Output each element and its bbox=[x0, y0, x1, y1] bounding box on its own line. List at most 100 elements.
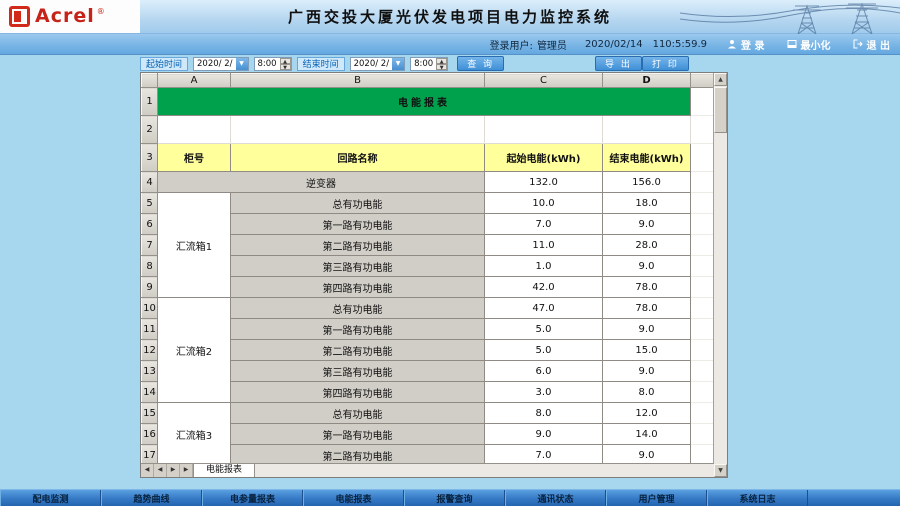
start-energy-cell[interactable]: 42.0 bbox=[485, 277, 603, 298]
scroll-down-icon[interactable]: ▼ bbox=[714, 464, 727, 477]
scrollbar-thumb[interactable] bbox=[714, 87, 727, 133]
end-energy-cell[interactable]: 78.0 bbox=[603, 298, 691, 319]
nav-user-management[interactable]: 用户管理 bbox=[606, 490, 707, 506]
end-date-picker[interactable]: 2020/ 2/ ▼ bbox=[350, 57, 405, 71]
end-energy-cell[interactable]: 28.0 bbox=[603, 235, 691, 256]
print-button[interactable]: 打 印 bbox=[642, 56, 689, 71]
end-energy-cell[interactable]: 9.0 bbox=[603, 361, 691, 382]
minimize-button[interactable]: 最小化 bbox=[787, 37, 831, 52]
column-header-d[interactable]: D bbox=[603, 74, 691, 88]
start-energy-cell[interactable]: 5.0 bbox=[485, 319, 603, 340]
row-header[interactable]: 15 bbox=[142, 403, 158, 424]
row-header[interactable]: 5 bbox=[142, 193, 158, 214]
column-header-b[interactable]: B bbox=[231, 74, 485, 88]
circuit-name-cell[interactable]: 第一路有功电能 bbox=[231, 319, 485, 340]
nav-alarm-query[interactable]: 报警查询 bbox=[404, 490, 505, 506]
empty-cell[interactable] bbox=[158, 116, 231, 144]
row-header[interactable]: 8 bbox=[142, 256, 158, 277]
circuit-name-cell[interactable]: 逆变器 bbox=[158, 172, 485, 193]
circuit-name-cell[interactable]: 第三路有功电能 bbox=[231, 361, 485, 382]
circuit-name-cell[interactable]: 第三路有功电能 bbox=[231, 256, 485, 277]
column-header-a[interactable]: A bbox=[158, 74, 231, 88]
start-energy-cell[interactable]: 11.0 bbox=[485, 235, 603, 256]
start-energy-cell[interactable]: 9.0 bbox=[485, 424, 603, 445]
row-header[interactable]: 11 bbox=[142, 319, 158, 340]
spinner-arrows-icon[interactable]: ▲▼ bbox=[280, 58, 291, 70]
nav-system-log[interactable]: 系统日志 bbox=[707, 490, 808, 506]
nav-communication-status[interactable]: 通讯状态 bbox=[505, 490, 606, 506]
chevron-down-icon[interactable]: ▼ bbox=[236, 58, 248, 70]
circuit-name-cell[interactable]: 第一路有功电能 bbox=[231, 214, 485, 235]
scrollbar-track[interactable] bbox=[714, 133, 727, 464]
row-header[interactable]: 10 bbox=[142, 298, 158, 319]
end-time-spinner[interactable]: 8:00 ▲▼ bbox=[410, 57, 448, 71]
end-energy-cell[interactable]: 14.0 bbox=[603, 424, 691, 445]
row-header[interactable]: 12 bbox=[142, 340, 158, 361]
end-energy-cell[interactable]: 9.0 bbox=[603, 256, 691, 277]
vertical-scrollbar[interactable]: ▲ ▼ bbox=[713, 73, 727, 477]
end-energy-cell[interactable]: 156.0 bbox=[603, 172, 691, 193]
row-header[interactable]: 1 bbox=[142, 88, 158, 116]
nav-distribution-monitoring[interactable]: 配电监测 bbox=[0, 490, 101, 506]
sheet-tab-energy-report[interactable]: 电能报表 bbox=[193, 464, 255, 477]
circuit-name-cell[interactable]: 第四路有功电能 bbox=[231, 382, 485, 403]
circuit-name-cell[interactable]: 总有功电能 bbox=[231, 193, 485, 214]
query-button[interactable]: 查 询 bbox=[457, 56, 504, 71]
empty-cell[interactable] bbox=[231, 116, 485, 144]
first-sheet-icon[interactable]: ◀ bbox=[141, 464, 154, 477]
column-header-c[interactable]: C bbox=[485, 74, 603, 88]
cabinet-name-cell[interactable]: 汇流箱3 bbox=[158, 403, 231, 466]
empty-cell[interactable] bbox=[485, 116, 603, 144]
horizontal-scrollbar[interactable] bbox=[255, 464, 714, 477]
table-header-cell[interactable]: 结束电能(kWh) bbox=[603, 144, 691, 172]
next-sheet-icon[interactable]: ▶ bbox=[167, 464, 180, 477]
cabinet-name-cell[interactable]: 汇流箱1 bbox=[158, 193, 231, 298]
end-energy-cell[interactable]: 9.0 bbox=[603, 214, 691, 235]
start-energy-cell[interactable]: 1.0 bbox=[485, 256, 603, 277]
table-header-cell[interactable]: 起始电能(kWh) bbox=[485, 144, 603, 172]
nav-parameter-report[interactable]: 电参量报表 bbox=[202, 490, 303, 506]
cabinet-name-cell[interactable]: 汇流箱2 bbox=[158, 298, 231, 403]
scroll-up-icon[interactable]: ▲ bbox=[714, 73, 727, 86]
start-energy-cell[interactable]: 6.0 bbox=[485, 361, 603, 382]
start-energy-cell[interactable]: 5.0 bbox=[485, 340, 603, 361]
table-header-cell[interactable]: 回路名称 bbox=[231, 144, 485, 172]
end-energy-cell[interactable]: 18.0 bbox=[603, 193, 691, 214]
start-energy-cell[interactable]: 10.0 bbox=[485, 193, 603, 214]
report-title-cell[interactable]: 电能报表 bbox=[158, 88, 691, 116]
start-energy-cell[interactable]: 132.0 bbox=[485, 172, 603, 193]
row-header[interactable]: 2 bbox=[142, 116, 158, 144]
select-all-corner[interactable] bbox=[142, 74, 158, 88]
end-energy-cell[interactable]: 9.0 bbox=[603, 319, 691, 340]
start-time-spinner[interactable]: 8:00 ▲▼ bbox=[254, 57, 292, 71]
circuit-name-cell[interactable]: 总有功电能 bbox=[231, 403, 485, 424]
row-header[interactable]: 6 bbox=[142, 214, 158, 235]
prev-sheet-icon[interactable]: ◀ bbox=[154, 464, 167, 477]
row-header[interactable]: 9 bbox=[142, 277, 158, 298]
end-energy-cell[interactable]: 8.0 bbox=[603, 382, 691, 403]
start-energy-cell[interactable]: 7.0 bbox=[485, 214, 603, 235]
start-date-picker[interactable]: 2020/ 2/ ▼ bbox=[193, 57, 248, 71]
start-energy-cell[interactable]: 8.0 bbox=[485, 403, 603, 424]
chevron-down-icon[interactable]: ▼ bbox=[392, 58, 404, 70]
row-header[interactable]: 7 bbox=[142, 235, 158, 256]
export-button[interactable]: 导 出 bbox=[595, 56, 642, 71]
row-header[interactable]: 16 bbox=[142, 424, 158, 445]
end-energy-cell[interactable]: 12.0 bbox=[603, 403, 691, 424]
circuit-name-cell[interactable]: 总有功电能 bbox=[231, 298, 485, 319]
exit-button[interactable]: 退 出 bbox=[853, 37, 890, 52]
login-button[interactable]: 登 录 bbox=[727, 37, 764, 52]
row-header[interactable]: 3 bbox=[142, 144, 158, 172]
circuit-name-cell[interactable]: 第二路有功电能 bbox=[231, 340, 485, 361]
row-header[interactable]: 14 bbox=[142, 382, 158, 403]
circuit-name-cell[interactable]: 第四路有功电能 bbox=[231, 277, 485, 298]
start-energy-cell[interactable]: 3.0 bbox=[485, 382, 603, 403]
empty-cell[interactable] bbox=[603, 116, 691, 144]
last-sheet-icon[interactable]: ▶ bbox=[180, 464, 193, 477]
circuit-name-cell[interactable]: 第二路有功电能 bbox=[231, 235, 485, 256]
row-header[interactable]: 13 bbox=[142, 361, 158, 382]
table-header-cell[interactable]: 柜号 bbox=[158, 144, 231, 172]
row-header[interactable]: 4 bbox=[142, 172, 158, 193]
spinner-arrows-icon[interactable]: ▲▼ bbox=[436, 58, 447, 70]
start-energy-cell[interactable]: 47.0 bbox=[485, 298, 603, 319]
